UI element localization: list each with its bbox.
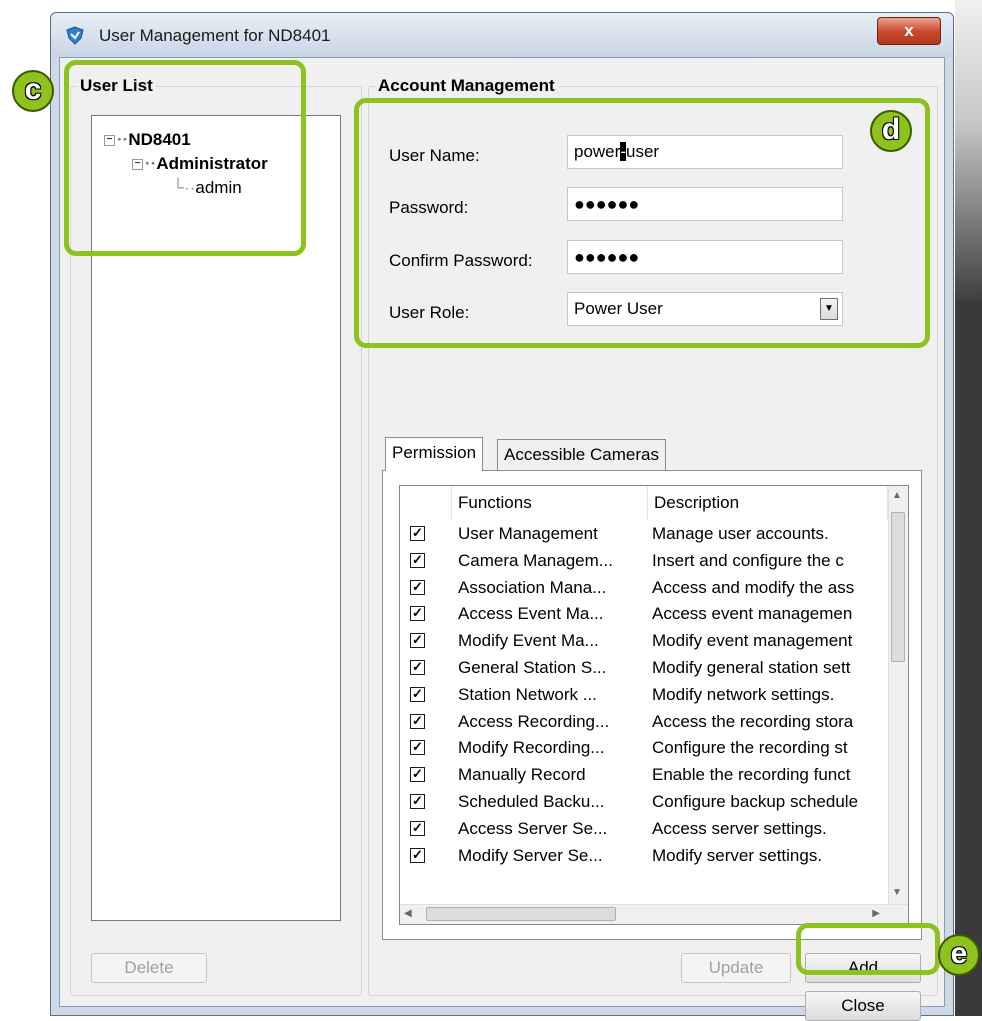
- permission-checkbox[interactable]: ✓: [410, 820, 425, 836]
- callout-d-badge: d: [870, 110, 912, 152]
- permission-function: Modify Recording...: [458, 738, 605, 758]
- window-close-button[interactable]: x: [877, 17, 941, 45]
- permission-row[interactable]: ✓ Access Event Ma... Access event manageme…: [400, 602, 908, 626]
- permission-description: Modify network settings.: [652, 684, 835, 704]
- scroll-right-icon[interactable]: ▶: [872, 908, 880, 919]
- permission-function: Modify Event Ma...: [458, 631, 599, 651]
- background-desktop-top: [955, 0, 982, 300]
- permission-description: Modify general station sett: [652, 658, 851, 677]
- permission-checkbox[interactable]: ✓: [410, 740, 425, 756]
- title-bar: User Management for ND8401 x: [51, 13, 953, 57]
- permission-description: Configure the recording st: [652, 738, 848, 758]
- permission-row[interactable]: ✓ Access Recording... Access the recording…: [400, 710, 908, 734]
- scroll-up-icon[interactable]: ▲: [892, 490, 902, 501]
- tab-permission[interactable]: Permission: [385, 437, 484, 471]
- account-management-title: Account Management: [375, 76, 558, 96]
- permission-checkbox[interactable]: ✓: [410, 794, 425, 809]
- permission-row[interactable]: ✓ Access Server Se... Access server settin…: [400, 817, 908, 841]
- permission-description: Access and modify the ass: [652, 577, 855, 597]
- permission-checkbox[interactable]: ✓: [410, 579, 425, 595]
- permission-function: Access Event Ma...: [458, 604, 604, 624]
- column-functions[interactable]: Functions: [452, 486, 648, 520]
- permission-description: Manage user accounts.: [652, 524, 829, 543]
- callout-d-frame: [354, 98, 930, 348]
- permission-function: Association Mana...: [458, 577, 607, 597]
- permission-list-header: Functions Description: [400, 486, 908, 520]
- permission-row[interactable]: ✓ Modify Recording... Configure the record…: [400, 736, 908, 760]
- permission-description: Access server settings.: [652, 818, 827, 838]
- callout-c-frame: [64, 60, 306, 256]
- close-icon: x: [904, 21, 914, 40]
- permission-description: Insert and configure the c: [652, 550, 844, 570]
- permission-description: Access the recording stora: [652, 711, 854, 731]
- permission-description: Enable the recording funct: [652, 765, 851, 785]
- permission-row[interactable]: ✓ Station Network ... Modify network setti…: [400, 683, 908, 707]
- permission-checkbox[interactable]: ✓: [410, 660, 425, 675]
- permission-function: Manually Record: [458, 765, 586, 785]
- close-button[interactable]: Close: [805, 991, 921, 1021]
- permission-list[interactable]: Functions Description ✓ User Management Ma…: [399, 485, 909, 925]
- permission-tab-page: Functions Description ✓ User Management Ma…: [382, 470, 922, 940]
- permission-function: General Station S...: [458, 658, 607, 677]
- permission-checkbox[interactable]: ✓: [410, 633, 425, 649]
- permission-checkbox[interactable]: ✓: [410, 713, 425, 729]
- permission-description: Access event managemen: [652, 604, 853, 624]
- permission-row[interactable]: ✓ Camera Managem... Insert and configure t…: [400, 549, 908, 573]
- permission-description: Configure backup schedule: [652, 792, 859, 811]
- permission-checkbox[interactable]: ✓: [410, 552, 425, 568]
- permission-row[interactable]: ✓ Scheduled Backu... Configure backup sche…: [400, 790, 908, 814]
- permission-description: Modify event management: [652, 631, 853, 651]
- permission-function: Access Server Se...: [458, 818, 608, 838]
- permission-checkbox[interactable]: ✓: [410, 847, 425, 863]
- horizontal-scroll-thumb[interactable]: [426, 907, 616, 921]
- permission-checkbox[interactable]: ✓: [410, 526, 425, 541]
- scroll-down-icon[interactable]: ▼: [892, 887, 902, 898]
- permission-row[interactable]: ✓ Modify Server Se... Modify server settin…: [400, 844, 908, 868]
- permission-row[interactable]: ✓ User Management Manage user accounts.: [400, 522, 908, 546]
- permission-description: Modify server settings.: [652, 845, 823, 865]
- window-title: User Management for ND8401: [99, 26, 331, 45]
- vertical-scrollbar[interactable]: ▲ ▼: [888, 486, 908, 924]
- permission-function: Access Recording...: [458, 711, 610, 731]
- permission-function: Scheduled Backu...: [458, 792, 605, 811]
- update-button[interactable]: Update: [681, 953, 791, 983]
- scroll-left-icon[interactable]: ◀: [404, 908, 412, 919]
- permission-function: Station Network ...: [458, 684, 597, 704]
- vertical-scroll-thumb[interactable]: [891, 512, 905, 662]
- column-checkbox[interactable]: [400, 486, 452, 520]
- callout-e-frame: [796, 923, 940, 975]
- callout-c-badge: c: [12, 70, 54, 112]
- permission-checkbox[interactable]: ✓: [410, 606, 425, 622]
- tab-accessible-cameras[interactable]: Accessible Cameras: [497, 439, 666, 471]
- callout-e-badge: e: [938, 934, 980, 976]
- permission-function: User Management: [458, 524, 598, 543]
- app-shield-icon: [66, 26, 84, 45]
- permission-checkbox[interactable]: ✓: [410, 686, 425, 702]
- permission-row[interactable]: ✓ Manually Record Enable the recording fun…: [400, 763, 908, 787]
- permission-function: Modify Server Se...: [458, 845, 603, 865]
- permission-checkbox[interactable]: ✓: [410, 767, 425, 783]
- permission-function: Camera Managem...: [458, 550, 613, 570]
- column-description[interactable]: Description: [648, 486, 888, 520]
- permission-row[interactable]: ✓ Association Mana... Access and modify th…: [400, 576, 908, 600]
- permission-row[interactable]: ✓ Modify Event Ma... Modify event manageme…: [400, 629, 908, 653]
- delete-button[interactable]: Delete: [91, 953, 207, 983]
- permission-row[interactable]: ✓ General Station S... Modify general stat…: [400, 656, 908, 680]
- horizontal-scrollbar[interactable]: ◀ ▶: [400, 904, 908, 924]
